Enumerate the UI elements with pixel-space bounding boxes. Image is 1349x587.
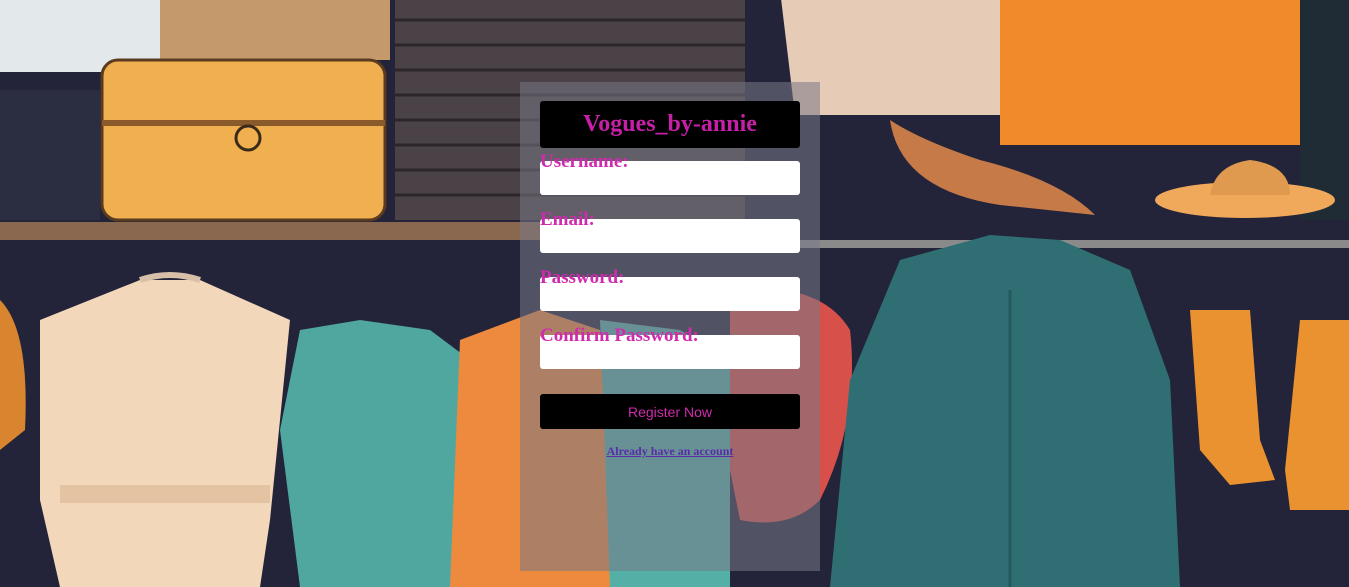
- email-field-group: Email:: [540, 209, 800, 253]
- confirm-password-field-group: Confirm Password:: [540, 325, 800, 369]
- teal-shirt-shape: [280, 320, 470, 587]
- brand-title: Vogues_by-annie: [540, 101, 800, 148]
- username-field-group: Username:: [540, 151, 800, 195]
- beige-dress-shape: [40, 280, 290, 587]
- password-field-group: Password:: [540, 267, 800, 311]
- suitcase-shape: [100, 58, 387, 222]
- register-button[interactable]: Register Now: [540, 394, 800, 429]
- register-panel: Vogues_by-annie Username: Email: Passwor…: [520, 82, 820, 571]
- login-link[interactable]: Already have an account: [540, 444, 800, 459]
